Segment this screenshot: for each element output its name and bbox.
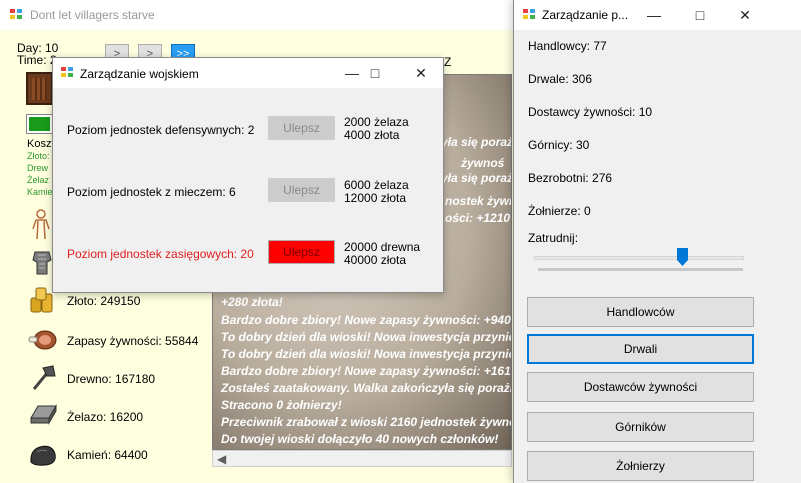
military-dialog: Zarządzanie wojskiem — □ ✕ Poziom jednos…	[52, 57, 444, 293]
log-line: Bardzo dobre zbiory! Nowe zapasy żywnośc…	[221, 313, 511, 327]
cost-label: Koszt	[27, 138, 55, 150]
woodcutters-count: Drwale: 306	[528, 72, 593, 86]
military-dialog-title: Zarządzanie wojskiem	[80, 67, 199, 81]
food-icon	[28, 330, 57, 350]
main-window-title: Dont let villagers starve	[30, 8, 155, 22]
close-icon[interactable]: ✕	[398, 58, 444, 88]
military-body: Poziom jednostek defensywnych: 2 Ulepsz …	[53, 88, 443, 292]
soldiers-count: Żołnierze: 0	[528, 204, 591, 218]
management-body: Handlowcy: 77 Drwale: 306 Dostawcy żywno…	[514, 30, 801, 483]
stone-label: Kamień: 64400	[67, 448, 148, 462]
villager-icon	[32, 209, 50, 240]
log-line: ości: +1210	[445, 211, 511, 225]
app-icon	[523, 9, 536, 20]
log-horizontal-scrollbar[interactable]: ◀	[212, 450, 512, 467]
management-titlebar[interactable]: Zarządzanie p... — □ ✕	[514, 0, 801, 30]
defensive-cost-iron: 2000 żelaza	[344, 115, 409, 129]
gold-label: Złoto: 249150	[67, 294, 141, 308]
axe-icon	[32, 365, 56, 390]
log-line: +280 złota!	[221, 295, 283, 309]
ranged-cost-wood: 20000 drewna	[344, 240, 421, 254]
management-dialog-title: Zarządzanie p...	[542, 8, 629, 22]
cost-iron: Żelaz	[27, 175, 50, 185]
wood-label: Drewno: 167180	[67, 372, 156, 386]
hire-miners-button[interactable]: Górników	[527, 412, 754, 442]
stone-icon	[30, 445, 56, 466]
log-line: Do twojej wioski dołączyło 40 nowych czł…	[221, 432, 499, 446]
sword-cost-gold: 12000 złota	[344, 191, 407, 205]
food-suppliers-count: Dostawcy żywności: 10	[528, 105, 653, 119]
log-line: Zostałeś zaatakowany. Walka zakończyła s…	[221, 381, 512, 395]
minimize-icon[interactable]: —	[631, 0, 677, 30]
cost-stone: Kamie	[27, 187, 53, 197]
close-icon[interactable]: ✕	[722, 0, 768, 30]
food-label: Zapasy żywności: 55844	[67, 334, 199, 348]
cost-wood: Drew	[27, 163, 49, 173]
app-icon	[61, 67, 74, 78]
hire-slider-track[interactable]	[534, 256, 744, 260]
ranged-level-label: Poziom jednostek zasięgowych: 20	[67, 247, 254, 261]
maximize-icon[interactable]: □	[677, 0, 723, 30]
hire-woodcutters-button[interactable]: Drwali	[527, 334, 754, 364]
management-dialog: Zarządzanie p... — □ ✕ Handlowcy: 77 Drw…	[513, 0, 801, 483]
miners-count: Górnicy: 30	[528, 138, 590, 152]
hire-label: Zatrudnij:	[528, 231, 579, 245]
defensive-level-label: Poziom jednostek defensywnych: 2	[67, 123, 255, 137]
hire-soldiers-button[interactable]: Żołnierzy	[527, 451, 754, 481]
unemployed-count: Bezrobotni: 276	[528, 171, 613, 185]
maximize-icon[interactable]: □	[352, 58, 398, 88]
sword-level-label: Poziom jednostek z mieczem: 6	[67, 185, 236, 199]
app-icon	[10, 9, 23, 20]
sword-cost-iron: 6000 żelaza	[344, 178, 409, 192]
iron-icon	[30, 404, 57, 425]
upgrade-ranged-button[interactable]: Ulepsz	[268, 240, 335, 264]
ranged-cost-gold: 40000 złota	[344, 253, 407, 267]
hire-traders-button[interactable]: Handlowców	[527, 297, 754, 327]
hire-slider-thumb[interactable]	[677, 248, 689, 266]
military-titlebar[interactable]: Zarządzanie wojskiem — □ ✕	[53, 58, 443, 88]
hire-food-suppliers-button[interactable]: Dostawców żywności	[527, 372, 754, 402]
log-line: yła się poraż	[441, 135, 512, 149]
log-line: Stracono 0 żołnierzy!	[221, 398, 342, 412]
upgrade-defensive-button[interactable]: Ulepsz	[268, 116, 335, 140]
log-line: Bardzo dobre zbiory! Nowe zapasy żywnośc…	[221, 364, 512, 378]
scroll-left-icon[interactable]: ◀	[217, 452, 226, 466]
log-line: nostek żywno	[445, 194, 511, 208]
log-line: To dobry dzień dla wioski! Nowa inwestyc…	[221, 347, 512, 361]
log-line: żywnoś	[461, 156, 505, 170]
iron-label: Żelazo: 16200	[67, 410, 144, 424]
upgrade-sword-button[interactable]: Ulepsz	[268, 178, 335, 202]
stub-label: Z	[444, 55, 452, 69]
time-label: Time: 2	[17, 53, 57, 67]
traders-count: Handlowcy: 77	[528, 39, 607, 53]
building-icon[interactable]	[26, 72, 53, 105]
cost-gold: Złoto:	[27, 151, 50, 161]
soldier-icon	[32, 251, 52, 275]
log-line: Przeciwnik zrabował z wioski 2160 jednos…	[221, 415, 512, 429]
log-line: To dobry dzień dla wioski! Nowa inwestyc…	[221, 330, 512, 344]
hire-slider-scale	[538, 268, 743, 271]
log-line: yła się poraż	[441, 171, 512, 185]
defensive-cost-gold: 4000 złota	[344, 128, 400, 142]
progress-bar	[26, 114, 53, 134]
